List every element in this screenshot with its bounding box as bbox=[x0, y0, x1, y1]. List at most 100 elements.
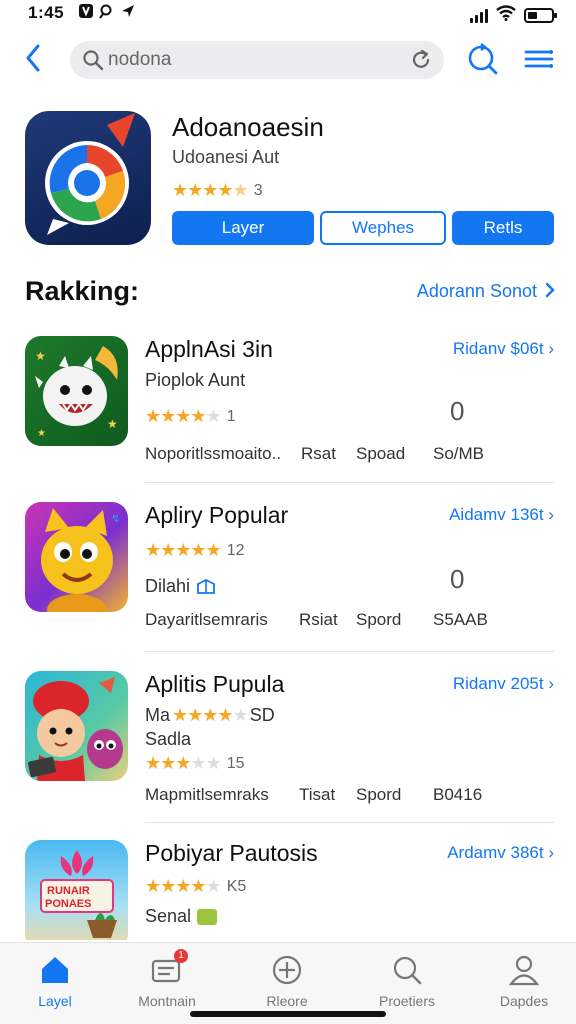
back-button[interactable] bbox=[22, 42, 46, 74]
app-rating: ★★★★★ K5 bbox=[145, 876, 246, 897]
ranking-title: Rakking: bbox=[25, 276, 140, 306]
meta-speed: Spord bbox=[356, 785, 402, 804]
menu-icon[interactable] bbox=[522, 42, 556, 76]
hero-rating: ★★★★★ 3 bbox=[172, 180, 263, 201]
rating-count: 15 bbox=[226, 754, 245, 772]
app-status-zero: 0 bbox=[450, 396, 465, 426]
app-developer-row: Dilahi bbox=[145, 576, 216, 597]
list-item[interactable]: Aplitis Pupula Ridanv 205t › Ma ★★★★★ SD… bbox=[0, 671, 576, 841]
notification-icon bbox=[78, 3, 94, 23]
send-icon bbox=[120, 3, 136, 23]
meta-rsat: Rsiat bbox=[299, 610, 338, 629]
chevron-left-icon bbox=[26, 44, 40, 72]
meta-rsat: Tisat bbox=[299, 785, 336, 804]
app-name: Aplitis Pupula bbox=[145, 671, 285, 697]
app-rating: ★★★★★ 12 bbox=[145, 540, 244, 561]
app-icon: ↯ bbox=[25, 502, 128, 612]
app-name: ApplnAsi 3in bbox=[145, 336, 273, 362]
mail-icon: 1 bbox=[150, 949, 188, 987]
meta-size: So/MB bbox=[433, 444, 485, 463]
signal-icon bbox=[470, 8, 488, 23]
app-price-link[interactable]: Aidamv 136t › bbox=[449, 505, 554, 525]
app-icon: RUNAIR PONAES bbox=[25, 840, 128, 940]
meta-category: Noporitlssmoaito.. bbox=[145, 444, 282, 463]
hero-app-title: Adoanoaesin bbox=[172, 112, 324, 142]
chevron-right-icon: › bbox=[548, 843, 554, 862]
star-rating-icon: ★★★★★ bbox=[145, 540, 222, 560]
hero-app-icon[interactable] bbox=[25, 111, 151, 245]
rating-count: K5 bbox=[226, 877, 247, 895]
wifi-icon bbox=[496, 5, 516, 26]
app-developer: Senal bbox=[145, 906, 192, 926]
svg-text:★: ★ bbox=[37, 428, 46, 439]
reload-icon[interactable] bbox=[410, 49, 432, 76]
layer-button[interactable]: Layer bbox=[172, 211, 314, 245]
home-icon bbox=[38, 953, 72, 987]
rating-count: 12 bbox=[226, 541, 245, 559]
app-developer: Dilahi bbox=[145, 576, 191, 596]
status-time: 1:45 bbox=[28, 3, 65, 22]
star-rating-icon: ★★★★★ bbox=[172, 180, 249, 200]
app-icon bbox=[25, 671, 128, 781]
app-icon: ★ ★ ★ bbox=[25, 336, 128, 446]
app-price: Ridanv 205t bbox=[452, 674, 544, 693]
tab-label: Dapdes bbox=[499, 993, 549, 1009]
search-input[interactable] bbox=[108, 47, 398, 73]
ranking-see-all-link[interactable]: Adorann Sonot bbox=[417, 281, 556, 302]
app-name: Apliry Popular bbox=[145, 502, 289, 528]
chevron-right-icon bbox=[545, 282, 555, 298]
star-rating-icon: ★★★★★ bbox=[145, 876, 222, 896]
tab-label: Rleore bbox=[266, 993, 308, 1009]
meta-size: B0416 bbox=[433, 785, 483, 804]
list-item[interactable]: ↯ Apliry Popular Aidamv 136t › ★★★★★ 12 … bbox=[0, 502, 576, 672]
app-subtitle: Sadla bbox=[145, 729, 192, 749]
meta-speed: Spoad bbox=[356, 444, 406, 463]
divider bbox=[145, 651, 555, 652]
svg-text:↯: ↯ bbox=[111, 513, 120, 525]
add-circle-icon bbox=[270, 953, 304, 987]
meta-speed: Spord bbox=[356, 610, 402, 629]
svg-text:★: ★ bbox=[107, 417, 118, 431]
app-price: Ardamv 386t bbox=[447, 843, 544, 862]
star-rating-icon: ★★★★★ bbox=[145, 753, 222, 773]
status-bar: 1:45 bbox=[0, 0, 576, 28]
list-item[interactable]: ★ ★ ★ ApplnAsi 3in Ridanv $06t › Pioplok… bbox=[0, 336, 576, 506]
person-icon bbox=[507, 953, 541, 987]
wephes-button[interactable]: Wephes bbox=[320, 211, 446, 245]
search-bar[interactable] bbox=[70, 41, 444, 79]
tab-dapdes[interactable]: Dapdes bbox=[474, 953, 574, 1009]
divider bbox=[145, 482, 555, 483]
meta-category: Mapmitlsemraks bbox=[145, 785, 269, 804]
refresh-search-icon[interactable] bbox=[465, 42, 499, 76]
app-price-link[interactable]: Ardamv 386t › bbox=[447, 843, 554, 863]
box-icon bbox=[197, 578, 215, 594]
app-price-link[interactable]: Ridanv 205t › bbox=[453, 674, 554, 694]
location-icon bbox=[98, 3, 114, 23]
svg-text:RUNAIR: RUNAIR bbox=[47, 885, 90, 897]
list-item[interactable]: RUNAIR PONAES Pobiyar Pautosis Ardamv 38… bbox=[0, 840, 576, 940]
app-rating: ★★★★★ 1 bbox=[145, 406, 236, 427]
rating-count: 3 bbox=[253, 181, 263, 199]
chevron-right-icon: › bbox=[548, 674, 554, 693]
app-name: Pobiyar Pautosis bbox=[145, 840, 318, 866]
app-developer-prefix: Ma bbox=[145, 705, 171, 725]
search-icon bbox=[82, 49, 104, 76]
meta-rsat: Rsat bbox=[301, 444, 336, 463]
search-icon bbox=[390, 953, 424, 987]
notification-badge: 1 bbox=[174, 949, 188, 963]
app-developer-suffix: SD bbox=[249, 705, 275, 725]
tab-montnain[interactable]: 1 Montnain bbox=[117, 949, 217, 1009]
tab-label: Montnain bbox=[138, 993, 196, 1009]
retls-button[interactable]: Retls bbox=[452, 211, 554, 245]
divider bbox=[145, 822, 555, 823]
tab-proetiers[interactable]: Proetiers bbox=[357, 953, 457, 1009]
tab-layel[interactable]: Layel bbox=[5, 953, 105, 1009]
app-price-link[interactable]: Ridanv $06t › bbox=[453, 339, 554, 359]
app-price: Ridanv $06t bbox=[452, 339, 544, 358]
tab-rleore[interactable]: Rleore bbox=[237, 953, 337, 1009]
app-price: Aidamv 136t bbox=[449, 505, 544, 524]
ranking-link-label: Adorann Sonot bbox=[416, 281, 537, 301]
app-developer-row: Senal bbox=[145, 906, 218, 927]
rating-count: 1 bbox=[226, 407, 236, 425]
app-developer-row: Ma ★★★★★ SD bbox=[145, 705, 275, 726]
